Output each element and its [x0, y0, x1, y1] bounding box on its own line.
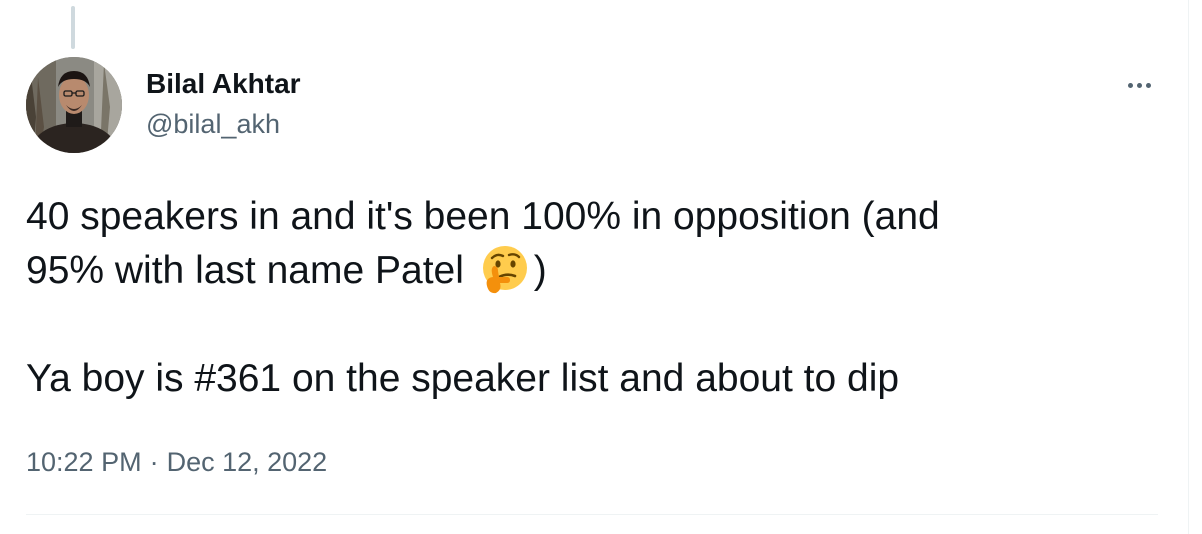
tweet-text-line: Ya boy is #361 on the speaker list and a… [26, 357, 900, 400]
thread-connector-line [71, 6, 75, 49]
author-block: Bilal Akhtar @bilal_akh [146, 66, 301, 142]
author-handle[interactable]: @bilal_akh [146, 106, 301, 142]
more-horizontal-icon-dot [1136, 82, 1142, 88]
tweet-date[interactable]: Dec 12, 2022 [167, 447, 328, 477]
tweet-timestamp[interactable]: 10:22 PM · Dec 12, 2022 [26, 444, 327, 480]
tweet-text-segment: ) [533, 249, 547, 292]
tweet-text: 40 speakers in and it's been 100% in opp… [26, 190, 1166, 406]
author-display-name[interactable]: Bilal Akhtar [146, 66, 301, 102]
avatar-photo [26, 57, 122, 153]
tweet-text-line: 40 speakers in and it's been 100% in opp… [26, 195, 940, 238]
more-horizontal-icon-dot [1145, 82, 1151, 88]
tweet-text-segment: 95% with last name Patel [26, 249, 475, 292]
more-horizontal-icon [1127, 82, 1133, 88]
tweet-time[interactable]: 10:22 PM [26, 447, 142, 477]
more-options-button[interactable] [1116, 68, 1162, 102]
thinking-face-icon [482, 246, 527, 294]
tweet-text-line: 95% with last name Patel ) [26, 244, 1166, 298]
avatar[interactable] [26, 57, 122, 153]
timestamp-separator: · [149, 447, 159, 477]
divider [26, 514, 1158, 515]
column-border [1188, 0, 1189, 534]
